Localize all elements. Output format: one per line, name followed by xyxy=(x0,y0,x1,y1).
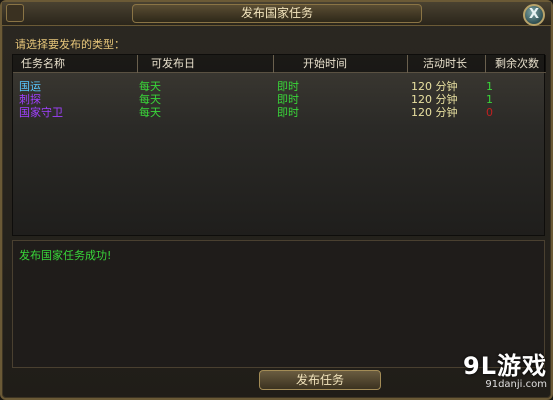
task-row-guoyun[interactable]: 国运 每天 即时 120 分钟 1 xyxy=(13,80,546,93)
header-publish-day: 可发布日 xyxy=(151,57,195,70)
task-type-table: 任务名称 可发布日 开始时间 活动时长 剩余次数 国运 每天 即时 120 分钟… xyxy=(12,54,546,236)
task-duration: 120 分钟 xyxy=(411,80,458,93)
header-remaining: 剩余次数 xyxy=(495,57,539,70)
header-separator xyxy=(273,55,274,73)
header-separator xyxy=(407,55,408,73)
task-start: 即时 xyxy=(277,93,299,106)
task-name: 国运 xyxy=(19,80,41,93)
task-start: 即时 xyxy=(277,80,299,93)
header-start-time: 开始时间 xyxy=(303,57,347,70)
task-remaining: 1 xyxy=(486,93,493,106)
publish-task-button[interactable]: 发布任务 xyxy=(259,370,381,390)
site-watermark: 9L游戏 91danji.com xyxy=(463,346,547,390)
task-row-national-guard[interactable]: 国家守卫 每天 即时 120 分钟 0 xyxy=(13,106,546,119)
window-title: 发布国家任务 xyxy=(132,4,422,23)
header-separator xyxy=(137,55,138,73)
task-duration: 120 分钟 xyxy=(411,106,458,119)
title-bar[interactable]: 发布国家任务 xyxy=(2,2,551,26)
task-row-citan[interactable]: 刺探 每天 即时 120 分钟 1 xyxy=(13,93,546,106)
publish-national-task-window: 发布国家任务 X 请选择要发布的类型： 任务名称 可发布日 开始时间 活动时长 … xyxy=(0,0,553,400)
task-remaining: 1 xyxy=(486,80,493,93)
task-day: 每天 xyxy=(139,80,161,93)
table-header: 任务名称 可发布日 开始时间 活动时长 剩余次数 xyxy=(13,55,546,73)
task-start: 即时 xyxy=(277,106,299,119)
task-name: 刺探 xyxy=(19,93,41,106)
header-task-name: 任务名称 xyxy=(21,57,65,70)
header-duration: 活动时长 xyxy=(423,57,467,70)
task-name: 国家守卫 xyxy=(19,106,63,119)
task-remaining: 0 xyxy=(486,106,493,119)
corner-ornament-left xyxy=(6,4,24,22)
task-duration: 120 分钟 xyxy=(411,93,458,106)
close-button[interactable]: X xyxy=(523,4,545,26)
task-day: 每天 xyxy=(139,106,161,119)
status-message: 发布国家任务成功! xyxy=(19,249,112,262)
header-separator xyxy=(485,55,486,73)
task-day: 每天 xyxy=(139,93,161,106)
watermark-logo: 9L游戏 xyxy=(463,352,547,380)
type-prompt-label: 请选择要发布的类型： xyxy=(15,38,125,51)
